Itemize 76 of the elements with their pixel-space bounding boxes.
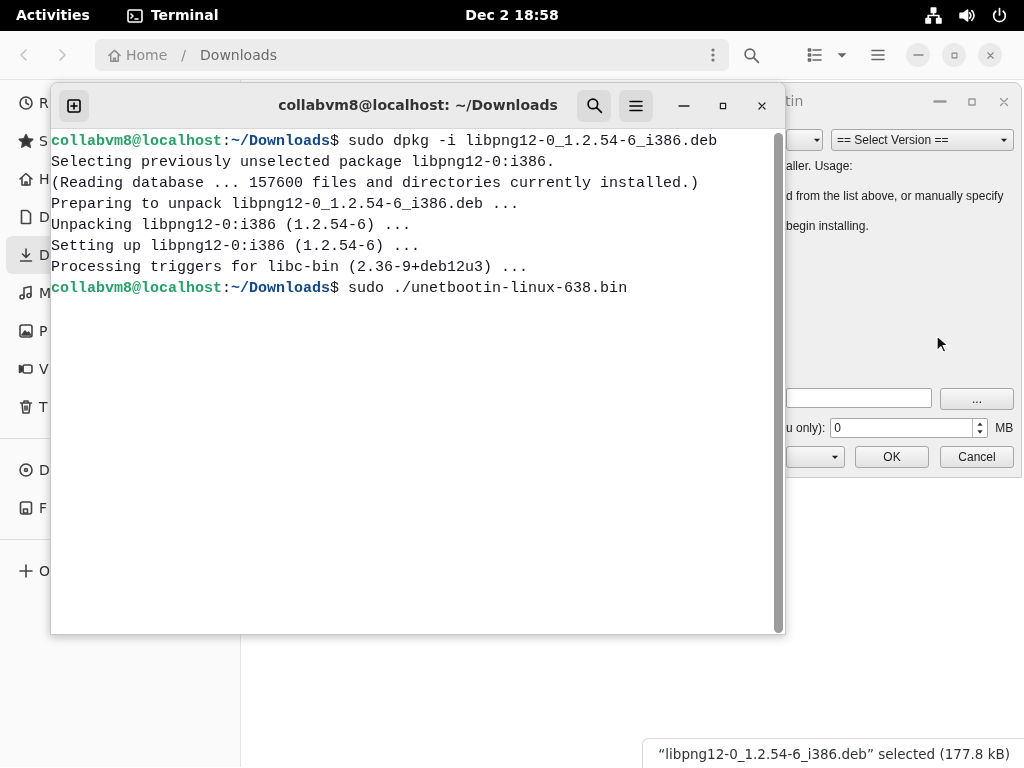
path-field[interactable] [786,388,932,408]
terminal-line: (Reading database ... 157600 files and directories currently installed.) [51,174,701,194]
new-tab-button[interactable] [59,89,89,122]
volume-icon[interactable] [958,7,975,24]
list-view-icon [807,47,823,63]
clock[interactable]: Dec 2 18:58 [465,5,559,26]
plus-icon [18,563,34,579]
home-icon [18,171,34,187]
drive-icon [18,500,34,516]
network-icon[interactable] [925,7,942,24]
path-segment[interactable]: Downloads [200,44,277,66]
path-separator: / [181,45,187,65]
path-bar[interactable]: Home / Downloads [95,39,729,71]
terminal-line: Preparing to unpack libpng12-0_1.2.54-6_i386.deb ... [51,195,521,215]
music-note-icon [18,285,34,301]
sidebar-item[interactable]: S [6,122,50,160]
sidebar-item[interactable]: T [6,388,50,426]
terminal-line: Processing triggers for libc-bin (2.36-9+deb12u3) ... [51,258,530,278]
cancel-button[interactable]: Cancel [940,446,1014,468]
terminal-line: Setting up libpng12-0:i386 (1.2.54-6) ... [51,237,422,257]
maximize-icon [948,49,960,61]
browse-button[interactable]: ... [940,388,1014,410]
minimize-icon [678,104,690,107]
video-camera-icon [18,361,34,377]
dropdown[interactable] [786,446,845,468]
sidebar-item[interactable]: H [6,160,50,198]
sidebar-item[interactable]: D [6,198,50,236]
activities-button[interactable]: Activities [16,5,90,26]
window-title: tin [785,92,804,111]
new-tab-icon [66,97,82,114]
terminal-line: Selecting previously unselected package libpng12-0:i386. [51,153,557,173]
power-icon[interactable] [991,7,1008,24]
ok-button[interactable]: OK [855,446,929,468]
instruction-text: aller. Usage: [786,158,854,175]
search-icon [743,46,760,64]
search-icon [585,97,603,114]
scrollbar[interactable] [774,133,783,633]
sidebar-item[interactable]: V [6,350,50,388]
menu-button[interactable] [619,89,653,122]
status-label: “libpng12-0_1.2.54-6_i386.deb” selected (177.8 kB) [642,737,1024,768]
size-spinbox[interactable]: 0 [830,418,989,438]
close-button[interactable] [978,43,1002,67]
window-title: collabvm8@localhost: ~/Downloads [278,96,558,115]
document-icon [18,209,34,225]
disc-icon [18,462,34,478]
trash-icon [18,399,34,415]
app-menu-button[interactable]: Terminal [126,5,219,26]
menu-icon [870,47,886,63]
sidebar-item[interactable]: R [6,84,50,122]
sidebar-item[interactable]: M [6,274,50,312]
unit-label: MB [995,420,1014,437]
sidebar-item[interactable]: P [6,312,50,350]
picture-icon [18,323,34,339]
terminal-icon [126,7,143,24]
mouse-pointer-icon [936,335,949,354]
view-button[interactable] [807,47,823,63]
instruction-text: d from the list above, or manually specify [786,188,1005,205]
instruction-text: begin installing. [786,218,870,235]
download-icon [18,247,34,263]
version-dropdown[interactable]: == Select Version == [831,129,1014,151]
sidebar-item[interactable]: O [6,552,50,590]
terminal-line: Unpacking libpng12-0:i386 (1.2.54-6) ... [51,216,413,236]
home-icon [107,47,122,63]
clock-icon [18,95,34,111]
close-icon [984,49,996,61]
sidebar-item[interactable]: F [6,489,50,527]
star-icon [18,133,34,149]
terminal-line: collabvm8@localhost:~/Downloads$ sudo dpkg -i libpng12-0_1.2.54-6_i386.deb [51,132,719,152]
search-button[interactable] [577,89,611,122]
size-label: u only): [786,420,826,437]
terminal-line: collabvm8@localhost:~/Downloads$ sudo ./unetbootin-linux-638.bin [51,279,629,299]
sidebar-item[interactable]: D [6,236,50,274]
dropdown[interactable] [786,129,823,151]
minimize-icon [912,54,924,56]
minimize-icon [933,100,947,103]
sidebar-item[interactable]: D [6,451,50,489]
